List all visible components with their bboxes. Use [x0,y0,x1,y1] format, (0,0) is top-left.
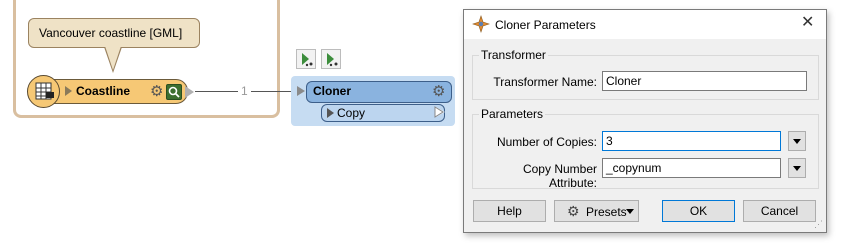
annotation-tail-fill [105,46,121,70]
copy-port-label: Copy [337,106,366,120]
transformer-gear-icon[interactable]: ⚙ [432,84,445,99]
number-of-copies-input[interactable]: 3 [602,131,781,151]
cloner-input-port[interactable] [297,86,305,96]
run-from-icon[interactable] [321,49,341,69]
copy-number-attribute-label: Copy Number Attribute: [522,162,597,190]
parameters-group-title: Parameters [479,107,546,121]
resize-grip-icon[interactable]: ⋰ [814,220,823,229]
annotation-callout[interactable]: Vancouver coastline [GML] [28,18,200,48]
run-to-icon[interactable] [296,49,316,69]
copies-label: Number of Copies: [496,135,597,149]
attribute-dropdown-button[interactable] [788,158,806,178]
reader-output-port[interactable] [185,86,194,98]
dialog-title: Cloner Parameters [495,18,596,32]
transformer-group-title: Transformer [479,48,548,62]
presets-dropdown-icon [626,209,634,214]
fme-app-icon [472,15,490,33]
ok-button[interactable]: OK [662,200,735,222]
copies-dropdown-button[interactable] [788,131,806,151]
help-button[interactable]: Help [473,200,546,222]
presets-label: Presets [586,205,627,219]
reader-table-icon [27,75,60,108]
copy-output-arrow-outline [434,106,444,118]
reader-gear-icon[interactable]: ⚙ [150,84,163,99]
annotation-text: Vancouver coastline [GML] [39,26,183,40]
copy-number-attribute-input[interactable]: _copynum [602,158,781,178]
transformer-name: Cloner [313,84,352,98]
inspect-icon[interactable] [166,84,182,100]
reader-expand-icon[interactable] [65,86,72,96]
cancel-button[interactable]: Cancel [743,200,816,222]
presets-gear-icon: ⚙ [567,203,580,219]
close-icon[interactable]: ✕ [801,14,814,32]
connection-count: 1 [238,84,251,98]
transformer-name-label: Transformer Name: [493,75,597,89]
transformer-name-input[interactable]: Cloner [602,71,807,91]
copy-port-expand-icon[interactable] [327,108,334,118]
reader-name: Coastline [76,84,131,98]
